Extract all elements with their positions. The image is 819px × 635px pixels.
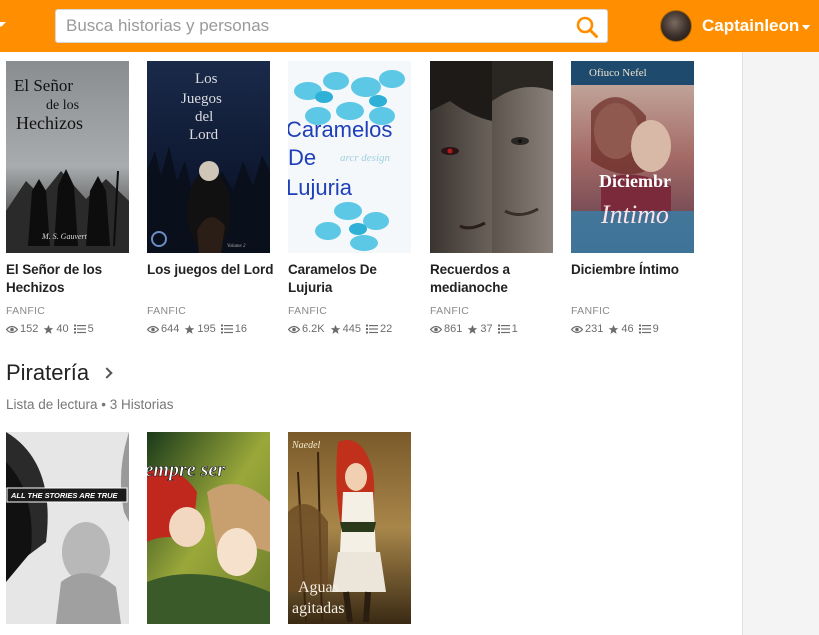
cover-title-line: Lujuria xyxy=(288,175,353,200)
story-grid: El Señor de los Hechizos M. S. Gauvert E… xyxy=(6,61,726,346)
star-icon xyxy=(330,324,340,334)
story-cover[interactable]: ALL THE STORIES ARE TRUE xyxy=(6,432,129,624)
list-icon xyxy=(638,324,651,334)
cover-author: Naedel xyxy=(291,440,321,451)
cover-title-line: El Señor xyxy=(14,76,73,95)
chevron-right-icon[interactable] xyxy=(101,367,113,379)
cover-title-line: iempre ser xyxy=(147,459,225,481)
story-cover[interactable]: Los Juegos del Lord Volume 2 xyxy=(147,61,270,253)
search-input[interactable] xyxy=(66,10,566,42)
cover-title-line: del xyxy=(195,109,213,125)
cover-title-line: Diciembr xyxy=(599,171,671,191)
votes-count: 40 xyxy=(56,323,69,335)
parts-count: 22 xyxy=(380,323,393,335)
star-icon xyxy=(44,324,54,334)
story-title[interactable]: Los juegos del Lord xyxy=(147,261,277,279)
eye-icon xyxy=(571,325,583,333)
story-title[interactable]: Caramelos De Lujuria xyxy=(288,261,418,297)
votes-count: 37 xyxy=(480,323,493,335)
story-stats: 152 40 5 xyxy=(6,323,99,335)
cover-title-line: Caramelos xyxy=(288,117,392,142)
username[interactable]: Captainleon xyxy=(702,16,799,36)
story-stats: 861 37 1 xyxy=(430,323,523,335)
cover-watermark: arcr design xyxy=(340,152,391,164)
parts-count: 16 xyxy=(234,323,247,335)
story-category: FANFIC xyxy=(430,305,470,317)
parts-count: 5 xyxy=(87,323,94,335)
list-icon xyxy=(73,324,86,334)
star-icon xyxy=(468,324,478,334)
parts-count: 9 xyxy=(652,323,659,335)
story-title[interactable]: Recuerdos a medianoche xyxy=(430,261,560,297)
story-title[interactable]: El Señor de los Hechizos xyxy=(6,261,136,297)
story-cover[interactable]: El Señor de los Hechizos M. S. Gauvert xyxy=(6,61,129,253)
story-stats: 231 46 9 xyxy=(571,323,664,335)
story-cover[interactable]: Ofiuco Nefel Diciembr Intimo xyxy=(571,61,694,253)
list-icon xyxy=(497,324,510,334)
story-category: FANFIC xyxy=(571,305,611,317)
eye-icon xyxy=(430,325,442,333)
cover-title-line: Intimo xyxy=(600,200,669,229)
votes-count: 445 xyxy=(342,323,361,335)
cover-title-line: de los xyxy=(46,98,79,113)
reading-list-subtitle: Lista de lectura • 3 Historias xyxy=(6,397,174,412)
cover-title-line: agitadas xyxy=(292,600,344,617)
reading-list-title[interactable]: Piratería xyxy=(6,360,89,386)
reads-count: 231 xyxy=(585,323,604,335)
story-category: FANFIC xyxy=(288,305,328,317)
list-icon xyxy=(220,324,233,334)
reads-count: 644 xyxy=(161,323,180,335)
cover-title-line: Hechizos xyxy=(16,113,83,133)
top-navigation-bar: Captainleon xyxy=(0,0,819,52)
cover-title-line: Lord xyxy=(189,127,219,143)
eye-icon xyxy=(288,325,300,333)
story-cover[interactable]: Caramelos De Lujuria arcr design xyxy=(288,61,411,253)
eye-icon xyxy=(147,325,159,333)
cover-title-line: Los xyxy=(195,71,218,87)
cover-title-line: Aguas xyxy=(298,579,339,596)
star-icon xyxy=(609,324,619,334)
story-cover[interactable]: iempre ser xyxy=(147,432,270,624)
chevron-down-icon[interactable] xyxy=(802,25,810,30)
star-icon xyxy=(185,324,195,334)
reads-count: 861 xyxy=(444,323,463,335)
parts-count: 1 xyxy=(511,323,518,335)
cover-signature: M. S. Gauvert xyxy=(41,232,88,241)
reads-count: 6.2K xyxy=(302,323,325,335)
story-stats: 6.2K 445 22 xyxy=(288,323,397,335)
story-category: FANFIC xyxy=(147,305,187,317)
reading-list-grid: ALL THE STORIES ARE TRUE iempre ser Naed… xyxy=(6,432,726,635)
right-sidebar xyxy=(742,52,819,635)
story-cover[interactable] xyxy=(430,61,553,253)
list-icon xyxy=(366,324,378,334)
votes-count: 195 xyxy=(197,323,216,335)
discover-menu-caret-icon[interactable] xyxy=(0,22,6,27)
cover-author: Ofiuco Nefel xyxy=(589,67,647,79)
eye-icon xyxy=(6,325,18,333)
cover-title-line: Juegos xyxy=(181,91,222,107)
story-cover[interactable]: Naedel Aguas agitadas xyxy=(288,432,411,624)
cover-signature: Volume 2 xyxy=(227,244,246,249)
avatar[interactable] xyxy=(660,10,692,42)
search-icon[interactable] xyxy=(575,15,599,39)
search-box[interactable] xyxy=(55,9,608,43)
story-stats: 644 195 16 xyxy=(147,323,252,335)
cover-title-line: De xyxy=(288,145,316,170)
votes-count: 46 xyxy=(621,323,634,335)
reads-count: 152 xyxy=(20,323,39,335)
cover-title-line: ALL THE STORIES ARE TRUE xyxy=(10,491,119,500)
story-title[interactable]: Diciembre Íntimo xyxy=(571,261,701,279)
story-category: FANFIC xyxy=(6,305,46,317)
